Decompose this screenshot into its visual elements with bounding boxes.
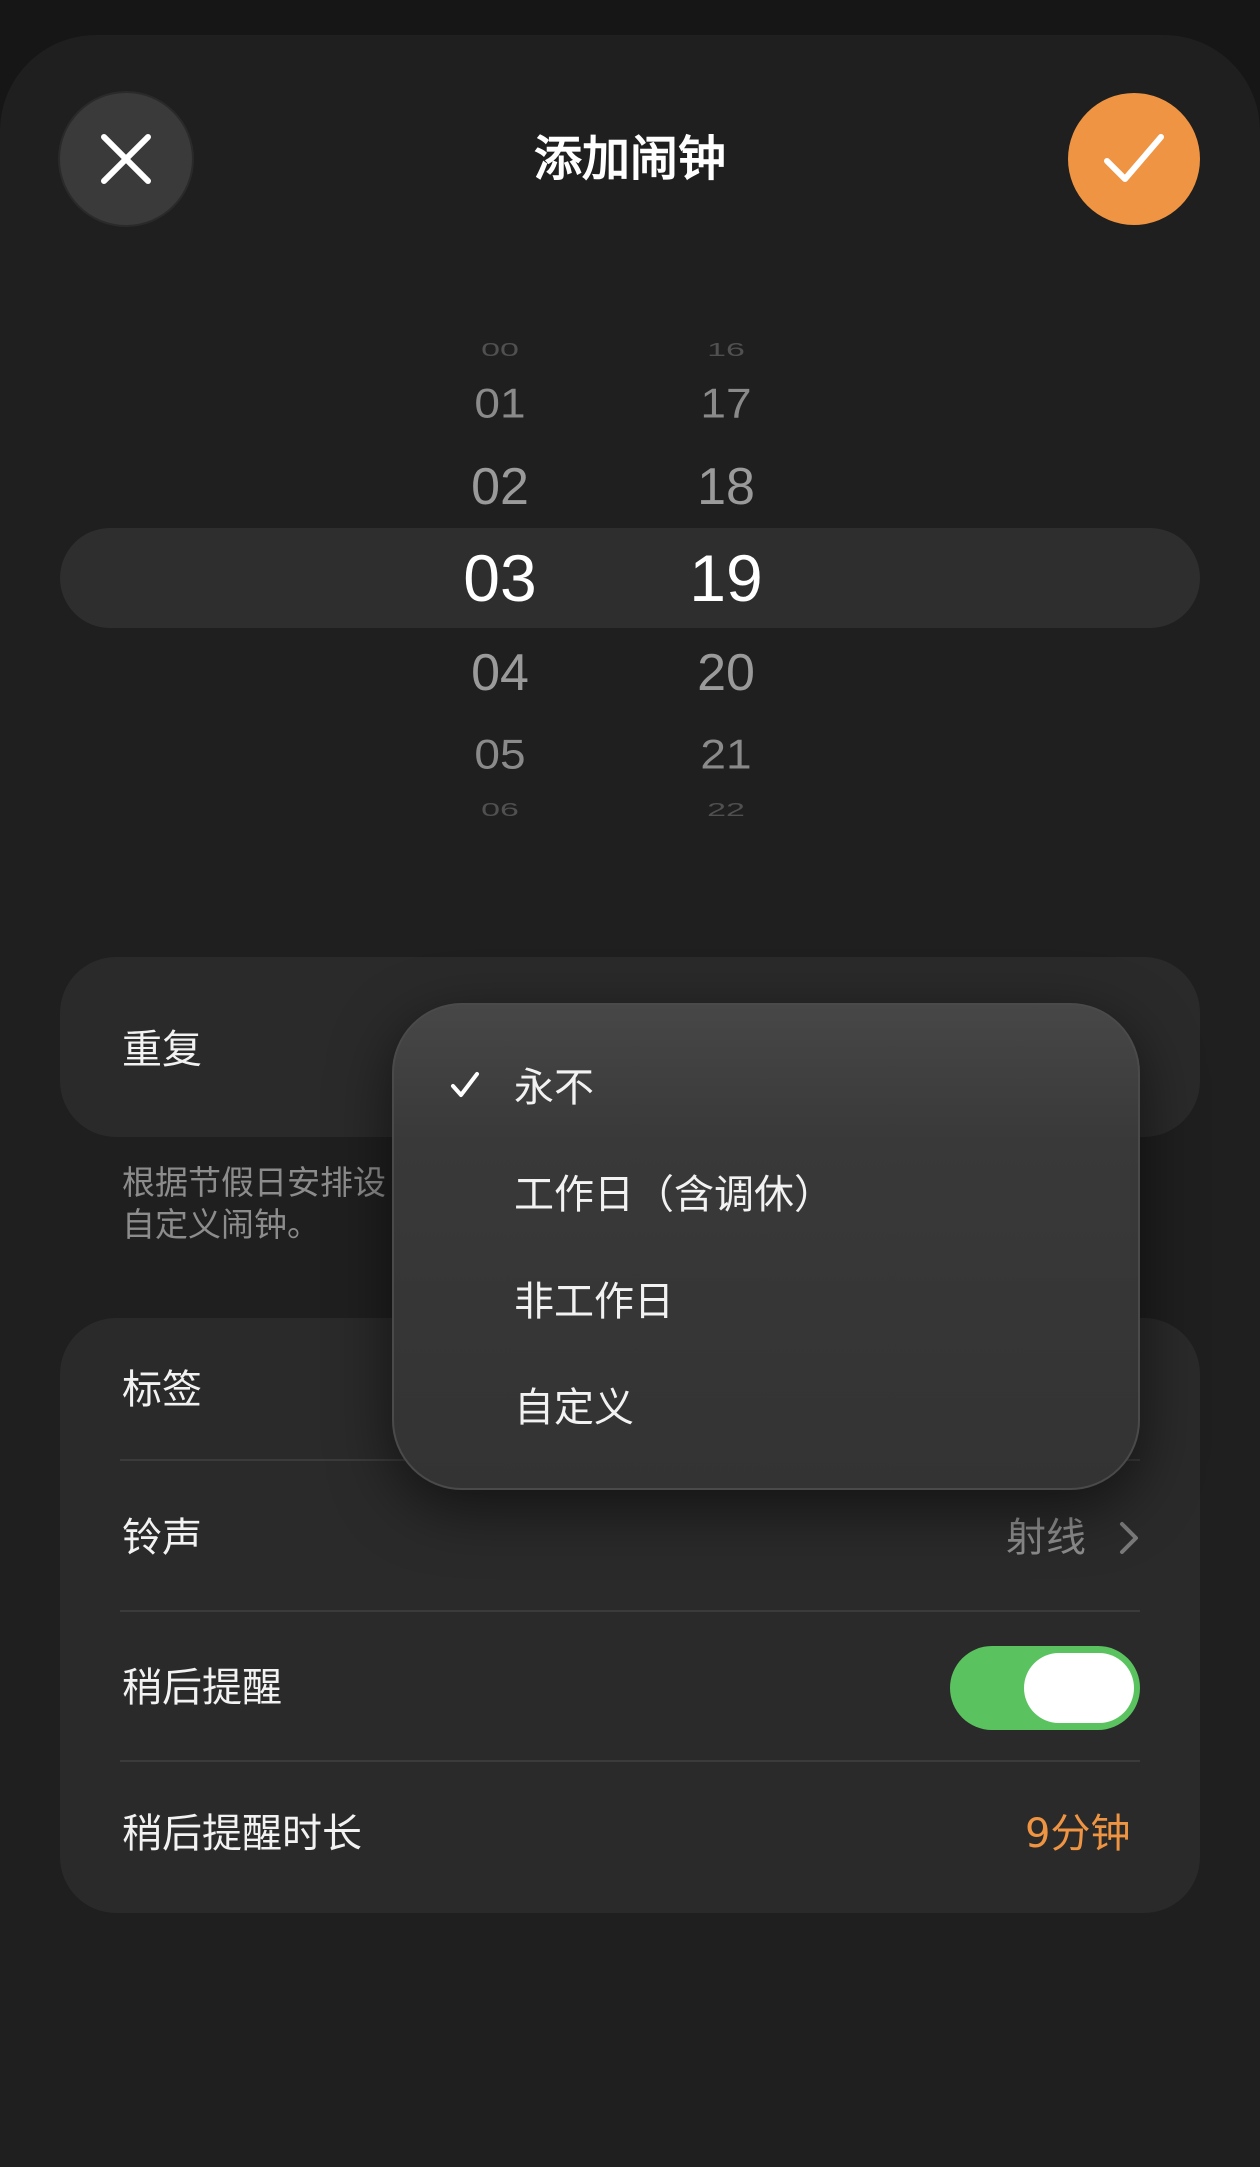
snooze-toggle[interactable] [950,1646,1140,1730]
menu-item-label: 自定义 [514,1385,634,1431]
minute-picker[interactable]: 16 17 18 19 20 21 22 [626,300,826,850]
divider [120,1610,1140,1612]
confirm-button[interactable] [1068,93,1200,225]
snooze-duration-label[interactable]: 稍后提醒时长 [122,1808,362,1860]
checkmark-icon [1104,134,1164,182]
menu-item-workdays[interactable]: 工作日（含调休） [394,1147,1142,1247]
repeat-label: 重复 [122,1027,202,1073]
menu-item-label: 非工作日 [514,1279,674,1325]
hour-picker[interactable]: 00 01 02 03 04 05 06 [400,300,600,850]
picker-hour-item[interactable]: 01 [400,378,600,428]
menu-item-never[interactable]: 永不 [394,1040,1142,1140]
checkmark-icon [451,1072,479,1097]
picker-minute-item[interactable]: 18 [626,456,826,518]
picker-minute-selected[interactable]: 19 [626,538,826,618]
picker-minute-item[interactable]: 22 [626,799,826,821]
tag-label[interactable]: 标签 [122,1364,202,1416]
divider [120,1760,1140,1762]
picker-minute-item[interactable]: 16 [626,339,826,361]
menu-item-label: 永不 [514,1065,594,1111]
toggle-knob [1024,1653,1134,1723]
repeat-dropdown-menu: 永不 工作日（含调休） 非工作日 自定义 [392,1003,1140,1490]
snooze-label: 稍后提醒 [122,1665,282,1711]
picker-minute-item[interactable]: 20 [626,642,826,704]
ringtone-label[interactable]: 铃声 [122,1512,202,1564]
picker-hour-item[interactable]: 06 [400,799,600,821]
picker-hour-item[interactable]: 05 [400,729,600,779]
picker-hour-item[interactable]: 00 [400,339,600,361]
snooze-duration-value[interactable]: 9分钟 [1025,1808,1130,1860]
picker-hour-item[interactable]: 04 [400,642,600,704]
menu-item-custom[interactable]: 自定义 [394,1360,1142,1460]
chevron-right-icon [1120,1522,1138,1554]
picker-minute-item[interactable]: 17 [626,378,826,428]
ringtone-value[interactable]: 射线 [1006,1512,1086,1564]
menu-item-non-workdays[interactable]: 非工作日 [394,1254,1142,1354]
picker-hour-selected[interactable]: 03 [400,538,600,618]
picker-minute-item[interactable]: 21 [626,729,826,779]
picker-hour-item[interactable]: 02 [400,456,600,518]
menu-item-label: 工作日（含调休） [514,1172,834,1218]
